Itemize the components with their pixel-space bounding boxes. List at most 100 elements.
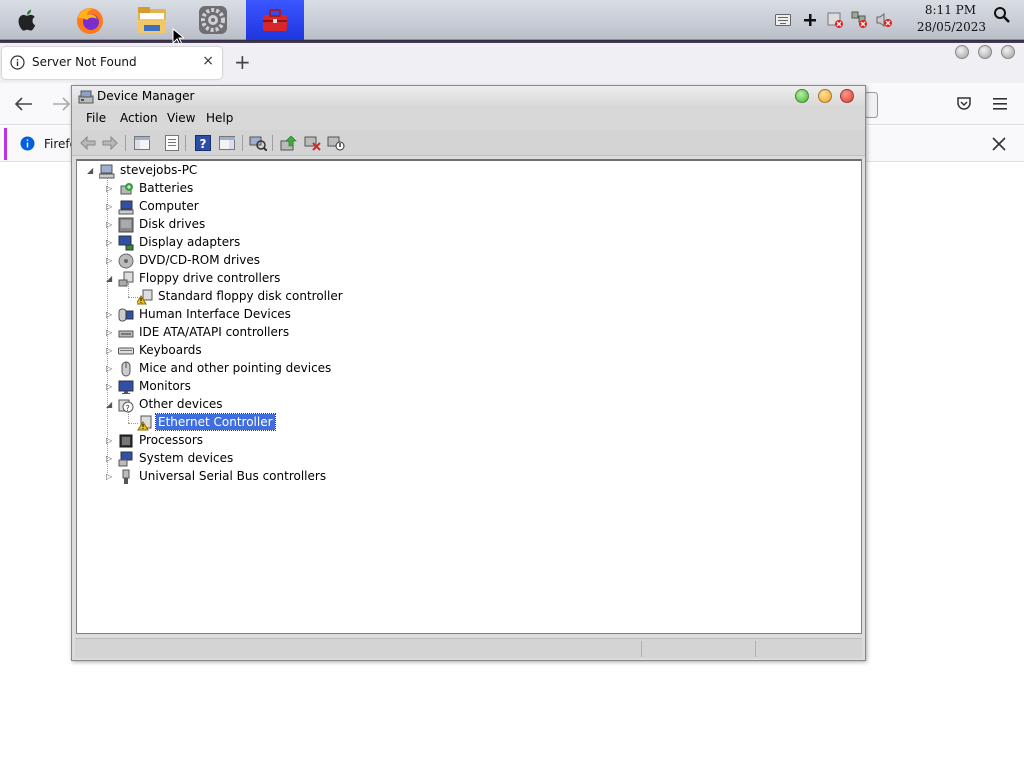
clock-time[interactable]: 8:11 PM [876,3,976,17]
tree-item-standard-floppy-disk-controller[interactable]: Standard floppy disk controller [77,288,857,306]
keyboard-icon[interactable] [775,10,791,30]
collapse-arrow-icon[interactable]: ◢ [106,400,114,410]
menubar: File Action View Help [72,108,865,130]
collapse-arrow-icon[interactable]: ◢ [87,166,95,176]
warning-device-icon [137,289,153,305]
expand-arrow-icon[interactable]: ▷ [106,382,114,392]
monitor-icon [118,380,134,394]
back-button[interactable] [79,134,97,152]
tree-item-mice[interactable]: ▷ Mice and other pointing devices [77,360,857,378]
firefox-icon[interactable] [70,2,110,38]
tree-item-other-devices[interactable]: ◢ ? Other devices [77,396,857,414]
folder-icon[interactable] [132,2,172,38]
plus-icon[interactable] [803,10,817,30]
tree-item-computer[interactable]: ▷ Computer [77,198,857,216]
expand-arrow-icon[interactable]: ▷ [106,364,114,374]
expand-arrow-icon[interactable]: ▷ [106,310,114,320]
info-icon [10,55,25,70]
expand-arrow-icon[interactable]: ▷ [106,256,114,266]
minimize-button[interactable] [818,89,832,103]
expand-arrow-icon[interactable]: ▷ [106,328,114,338]
forward-button[interactable] [101,134,119,152]
back-arrow-icon[interactable] [14,96,34,112]
expand-arrow-icon[interactable]: ▷ [106,202,114,212]
infobar-close-icon[interactable] [992,137,1006,151]
taskbar: 8:11 PM 28/05/2023 [0,0,1024,40]
unknown-device-icon: ? [118,399,134,413]
update-driver-button[interactable] [280,134,298,152]
tree-item-human-interface-devices[interactable]: ▷ Human Interface Devices [77,306,857,324]
settings-icon[interactable] [193,2,233,38]
usb-icon [122,469,130,484]
expand-arrow-icon[interactable]: ▷ [106,220,114,230]
device-tree[interactable]: ◢ stevejobs-PC ▷ Batteries ▷ Computer ▷ [76,159,862,634]
menu-view[interactable]: View [167,111,195,125]
window-titlebar[interactable]: Device Manager [72,86,865,108]
extension-icon[interactable] [864,92,878,118]
display-adapter-icon [118,235,134,251]
disable-device-button[interactable] [327,134,345,152]
expand-arrow-icon[interactable]: ▷ [106,184,114,194]
expand-arrow-icon[interactable]: ▷ [106,436,114,446]
show-hide-console-tree-button[interactable] [133,134,151,152]
statusbar-separator [755,641,756,657]
tree-item-label: Universal Serial Bus controllers [139,469,327,483]
properties-button[interactable] [163,134,181,152]
printer-error-icon[interactable] [827,10,845,30]
expand-arrow-icon[interactable]: ▷ [106,346,114,356]
collapse-arrow-icon[interactable]: ◢ [106,274,114,284]
tree-item-label: Display adapters [139,235,241,249]
menu-file[interactable]: File [86,111,106,125]
tree-item-processors[interactable]: ▷ Processors [77,432,857,450]
new-tab-button[interactable]: + [234,50,251,74]
tree-item-display-adapters[interactable]: ▷ Display adapters [77,234,857,252]
tree-item-floppy-drive-controllers[interactable]: ◢ Floppy drive controllers [77,270,857,288]
scan-hardware-changes-button[interactable] [249,134,267,152]
tree-item-ide-ata-atapi-controllers[interactable]: ▷ IDE ATA/ATAPI controllers [77,324,857,342]
keyboard-device-icon [118,347,134,355]
mouse-device-icon [121,361,131,377]
battery-icon [120,183,133,195]
hamburger-menu-icon[interactable] [992,97,1008,111]
forward-arrow-icon[interactable] [51,96,71,112]
search-icon[interactable] [993,5,1011,25]
tree-item-dvd-cdrom-drives[interactable]: ▷ DVD/CD-ROM drives [77,252,857,270]
tab-server-not-found[interactable]: Server Not Found × [2,47,222,79]
tree-item-label: System devices [139,451,234,465]
tree-item-batteries[interactable]: ▷ Batteries [77,180,857,198]
menu-action[interactable]: Action [120,111,158,125]
tree-item-system-devices[interactable]: ▷ System devices [77,450,857,468]
uninstall-device-button[interactable] [304,134,322,152]
tree-item-keyboards[interactable]: ▷ Keyboards [77,342,857,360]
dvd-drive-icon [118,253,134,269]
tree-item-usb-controllers[interactable]: ▷ Universal Serial Bus controllers [77,468,857,486]
tree-item-monitors[interactable]: ▷ Monitors [77,378,857,396]
firefox-maximize-button[interactable] [978,45,992,59]
tab-close-button[interactable]: × [202,53,214,69]
tree-item-ethernet-controller[interactable]: Ethernet Controller [77,413,857,432]
window-title: Device Manager [97,89,195,103]
firefox-minimize-button[interactable] [955,45,969,59]
tree-item-label: Monitors [139,379,191,393]
menu-help[interactable]: Help [206,111,233,125]
toolbar-separator [272,135,273,151]
close-button[interactable] [840,89,854,103]
expand-arrow-icon[interactable]: ▷ [106,454,114,464]
tree-item-label: Computer [139,199,199,213]
ide-controller-icon [118,330,134,338]
show-hide-action-pane-button[interactable] [218,134,236,152]
network-error-icon[interactable] [851,10,869,30]
apple-menu-icon[interactable] [8,2,48,38]
pocket-icon[interactable] [956,96,972,112]
tree-item-disk-drives[interactable]: ▷ Disk drives [77,216,857,234]
tree-item-label: Floppy drive controllers [139,271,281,285]
expand-arrow-icon[interactable]: ▷ [106,238,114,248]
expand-arrow-icon[interactable]: ▷ [106,472,114,482]
tree-item-label: Human Interface Devices [139,307,291,321]
tree-root[interactable]: ◢ stevejobs-PC [77,162,857,180]
maximize-button[interactable] [795,89,809,103]
firefox-close-button[interactable] [1001,45,1015,59]
clock-date[interactable]: 28/05/2023 [876,20,986,34]
help-button[interactable]: ? [194,134,212,152]
toolbox-icon[interactable] [246,0,304,40]
